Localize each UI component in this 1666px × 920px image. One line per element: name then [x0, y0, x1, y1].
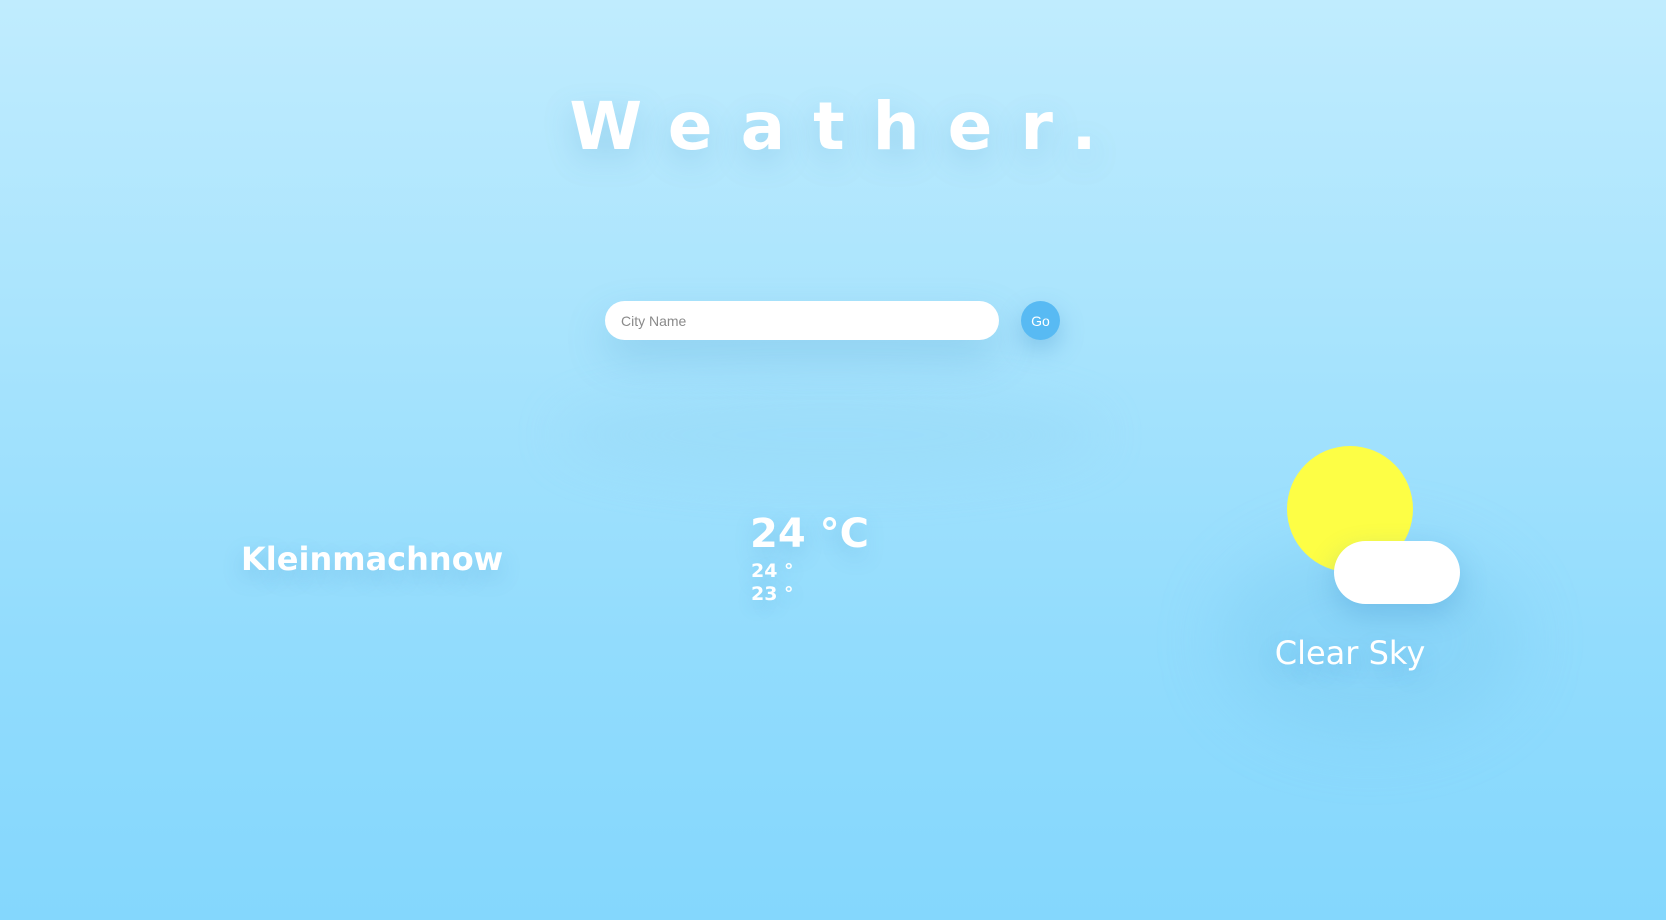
weather-condition: Clear Sky	[1274, 634, 1426, 672]
search-glow	[560, 390, 1100, 480]
min-temperature: 23 °	[751, 583, 794, 605]
cloud-icon	[1334, 541, 1460, 604]
page-title: Weather.	[569, 88, 1125, 165]
go-button[interactable]: Go	[1021, 301, 1060, 340]
max-temperature: 24 °	[751, 560, 794, 582]
city-name: Kleinmachnow	[241, 540, 504, 578]
current-temperature: 24 °C	[750, 511, 869, 557]
city-search-input[interactable]	[605, 301, 999, 340]
